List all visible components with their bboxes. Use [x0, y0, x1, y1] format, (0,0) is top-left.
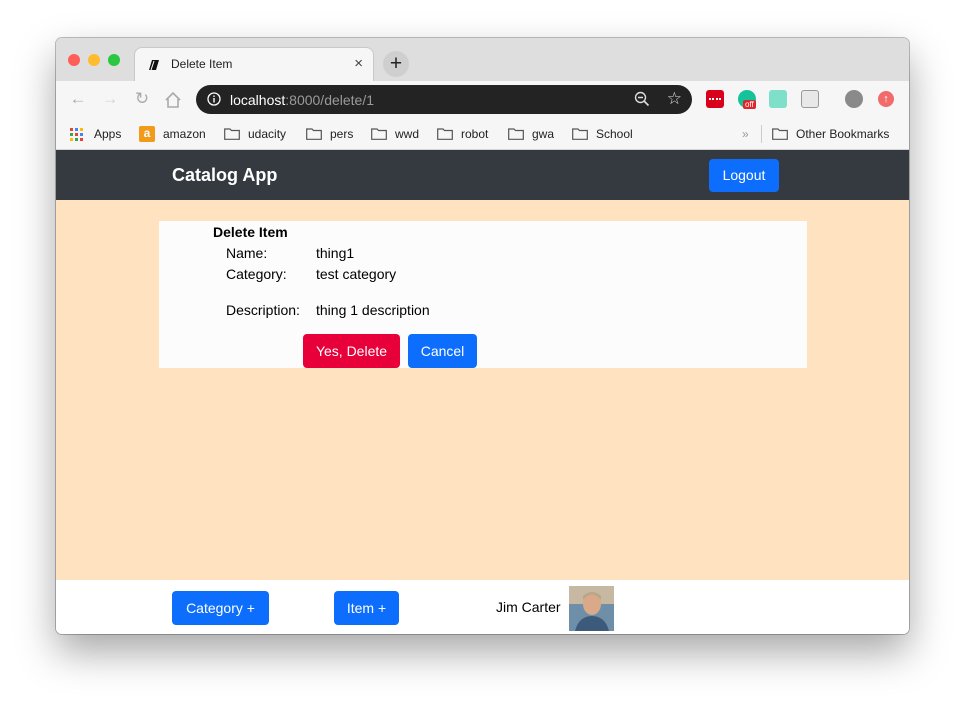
back-icon[interactable]: ←: [68, 89, 88, 109]
app-navbar: Catalog App Logout: [56, 150, 909, 200]
new-tab-button[interactable]: +: [383, 51, 409, 77]
bookmark-folder-wwd[interactable]: wwd: [371, 125, 431, 143]
bookmarks-overflow-icon[interactable]: »: [742, 125, 754, 143]
tab-strip: Delete Item × +: [56, 38, 909, 81]
add-category-button[interactable]: Category +: [172, 591, 269, 625]
user-avatar: [569, 586, 614, 631]
page-footer: Category + Item + Jim Carter: [56, 580, 909, 634]
update-arrow-icon[interactable]: ↑: [878, 91, 894, 107]
book-icon: [149, 60, 159, 71]
bookmark-folder-pers[interactable]: pers: [306, 125, 366, 143]
delete-item-card: Delete Item Name: thing1 Category: test …: [159, 221, 807, 368]
bookmarks-bar: Apps a amazon udacity pers wwd robot gwa: [56, 119, 909, 150]
user-name: Jim Carter: [496, 599, 561, 615]
bookmark-label: Apps: [94, 127, 122, 141]
name-value: thing1: [316, 245, 355, 261]
bookmark-label: Other Bookmarks: [796, 127, 890, 141]
bookmark-folder-other[interactable]: Other Bookmarks: [772, 125, 902, 143]
bookmark-label: robot: [461, 127, 489, 141]
browser-toolbar: ← → ↻ localhost:8000/delete/1 ☆ off ↑: [56, 81, 909, 119]
folder-icon: [224, 128, 240, 140]
minimize-window-button[interactable]: [88, 54, 100, 66]
close-window-button[interactable]: [68, 54, 80, 66]
bookmarks-divider: [761, 125, 762, 143]
bookmark-label: School: [596, 127, 633, 141]
audio-extension-icon[interactable]: [769, 90, 787, 108]
cancel-button[interactable]: Cancel: [408, 334, 477, 368]
lastpass-extension-icon[interactable]: [706, 90, 724, 108]
bookmark-label: gwa: [532, 127, 555, 141]
address-bar[interactable]: localhost:8000/delete/1 ☆: [196, 85, 692, 114]
confirm-delete-button[interactable]: Yes, Delete: [303, 334, 400, 368]
logout-button[interactable]: Logout: [709, 159, 779, 192]
category-value: test category: [316, 266, 397, 282]
folder-icon: [772, 128, 788, 140]
bookmark-label: udacity: [248, 127, 287, 141]
bookmark-label: amazon: [163, 127, 206, 141]
maximize-window-button[interactable]: [108, 54, 120, 66]
folder-icon: [371, 128, 387, 140]
reload-icon[interactable]: ↻: [132, 89, 152, 109]
name-label: Name:: [226, 245, 268, 261]
tab-title: Delete Item: [171, 57, 233, 71]
category-label: Category:: [226, 266, 287, 282]
tab-delete-item[interactable]: Delete Item ×: [134, 47, 374, 81]
bookmark-label: pers: [330, 127, 354, 141]
home-icon[interactable]: [164, 91, 182, 109]
info-icon[interactable]: [207, 92, 221, 106]
folder-icon: [572, 128, 588, 140]
bookmark-star-icon[interactable]: ☆: [667, 90, 682, 108]
page-content: Catalog App Logout Delete Item Name: thi…: [56, 150, 909, 634]
form-title: Delete Item: [213, 224, 288, 240]
description-label: Description:: [226, 302, 300, 318]
bookmark-folder-gwa[interactable]: gwa: [508, 125, 563, 143]
bookmark-folder-robot[interactable]: robot: [437, 125, 502, 143]
description-value: thing 1 description: [316, 302, 430, 318]
url-text: localhost:8000/delete/1: [230, 92, 374, 108]
url-host: localhost: [230, 92, 286, 108]
zoom-out-icon[interactable]: [634, 91, 650, 107]
apps-grid-icon: [70, 128, 83, 141]
grammarly-extension-icon[interactable]: off: [738, 90, 756, 109]
browser-window: Delete Item × + ← → ↻ localhost:8000/del…: [56, 38, 909, 634]
close-tab-icon[interactable]: ×: [354, 55, 363, 72]
window-extension-icon[interactable]: [801, 90, 819, 108]
profile-avatar-icon[interactable]: [845, 90, 863, 108]
bookmark-apps[interactable]: Apps: [70, 125, 130, 143]
brand-title[interactable]: Catalog App: [172, 165, 277, 186]
grammarly-off-badge: off: [743, 100, 756, 109]
folder-icon: [437, 128, 453, 140]
url-path: :8000/delete/1: [285, 92, 375, 108]
folder-icon: [508, 128, 524, 140]
bookmark-folder-udacity[interactable]: udacity: [224, 125, 296, 143]
add-item-button[interactable]: Item +: [334, 591, 399, 625]
bookmark-folder-school[interactable]: School: [572, 125, 642, 143]
forward-icon[interactable]: →: [100, 89, 120, 109]
folder-icon: [306, 128, 322, 140]
amazon-icon: a: [139, 126, 155, 142]
bookmark-amazon[interactable]: a amazon: [139, 125, 219, 143]
bookmark-label: wwd: [395, 127, 420, 141]
